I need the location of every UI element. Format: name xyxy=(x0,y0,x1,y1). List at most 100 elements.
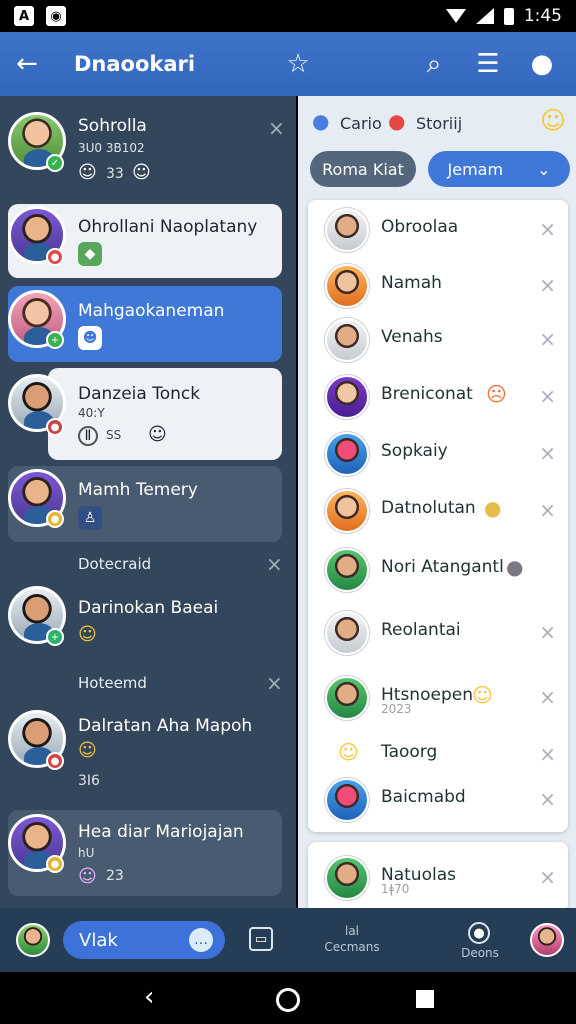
pause-icon: Ⅱ xyxy=(78,426,98,446)
contact-item[interactable]: Breniconat ☹ × xyxy=(308,367,568,422)
chat-count: SS xyxy=(106,428,122,442)
avatar xyxy=(325,611,369,655)
chat-item[interactable]: ✓ Sohrolla 3U0 3B102 ☺ 33 ☺ × xyxy=(8,112,285,188)
contacts-panel: ● Cario ● Storiij ☺ Roma Kiat Jemam ⌄ Ob… xyxy=(298,96,576,908)
contact-item[interactable]: Sopkaiy × xyxy=(308,424,568,479)
avatar xyxy=(325,489,369,533)
avatar xyxy=(325,856,369,900)
smiley-icon[interactable]: ☺ xyxy=(540,108,566,133)
user-icon[interactable]: ● xyxy=(524,46,560,82)
avatar xyxy=(325,375,369,419)
chat-count: 3I6 xyxy=(78,773,100,789)
system-navigation-bar: ‹ xyxy=(0,972,576,1024)
center-nav-label[interactable]: lal xyxy=(312,924,392,938)
app-notification-icon: A xyxy=(14,6,34,26)
star-icon[interactable]: ☆ xyxy=(280,46,316,82)
avatar xyxy=(325,318,369,362)
close-icon[interactable]: × xyxy=(268,116,285,140)
close-icon[interactable]: × xyxy=(539,327,556,351)
chat-item[interactable]: ● Mamh Temery ♙ xyxy=(8,466,282,542)
system-status: 1:45 xyxy=(445,6,562,26)
chevron-down-icon: ⌄ xyxy=(537,159,551,179)
smile-icon: ☺ xyxy=(338,740,359,764)
close-icon[interactable]: × xyxy=(539,742,556,766)
contact-item[interactable]: Reolantai × xyxy=(308,603,568,658)
chat-item[interactable]: + Darinokan Baeai ☺ xyxy=(8,586,282,662)
close-icon[interactable]: × xyxy=(266,552,283,576)
back-arrow-icon[interactable]: ← xyxy=(16,49,52,79)
avatar[interactable] xyxy=(16,923,50,957)
emoji-icon: ● xyxy=(506,555,524,579)
contact-item[interactable]: Namah × xyxy=(308,256,568,311)
contact-name: Nori Atangantl xyxy=(381,557,504,577)
section-label: Dotecraid xyxy=(78,555,152,573)
menu-icon[interactable]: ☰ xyxy=(470,46,506,82)
app-bar: ← Dnaookari ☆ ⌕ ☰ ● xyxy=(0,32,576,96)
close-icon[interactable]: × xyxy=(539,685,556,709)
message-input[interactable]: Vlak … xyxy=(63,921,225,959)
chat-bubble-icon[interactable]: … xyxy=(189,928,213,952)
contact-name: Baicmabd xyxy=(381,787,466,807)
recent-apps-icon[interactable] xyxy=(416,990,434,1008)
center-nav-sublabel: Cecmans xyxy=(324,940,380,954)
close-icon[interactable]: × xyxy=(266,671,283,695)
people-icon[interactable]: ● xyxy=(468,922,490,944)
contact-name: Venahs xyxy=(381,327,443,347)
online-badge: ✓ xyxy=(46,154,64,172)
calendar-icon[interactable]: ▭ xyxy=(249,927,273,951)
close-icon[interactable]: × xyxy=(539,217,556,241)
contact-name: Namah xyxy=(381,273,442,293)
tab-cario[interactable]: ● Cario xyxy=(312,110,392,138)
close-icon[interactable]: × xyxy=(539,273,556,297)
close-icon[interactable]: × xyxy=(539,787,556,811)
contact-item[interactable]: Natuolas 1ǂ70 × xyxy=(308,848,568,903)
battery-icon xyxy=(503,7,514,25)
chat-item-selected[interactable]: + Mahgaokaneman ☻ xyxy=(8,286,282,362)
filter-jemam[interactable]: Jemam ⌄ xyxy=(428,151,570,187)
chat-item[interactable]: Danzeia Tonck 40:Y Ⅱ SS ☺ xyxy=(48,368,282,460)
close-icon[interactable]: × xyxy=(539,384,556,408)
avatar xyxy=(325,432,369,476)
emoji-icon: ☺ xyxy=(148,424,167,445)
chat-item[interactable]: ● Dalratan Aha Mapoh ☺ 3I6 xyxy=(8,704,282,792)
contact-item[interactable]: Venahs × xyxy=(308,310,568,365)
filter-roma-kiat[interactable]: Roma Kiat xyxy=(310,151,416,187)
contact-name: Taoorg xyxy=(381,742,438,762)
chat-item[interactable]: ● Ohrollani Naoplatany ◆ xyxy=(8,204,282,278)
close-icon[interactable]: × xyxy=(539,620,556,644)
contact-item[interactable]: Datnolutan ● × xyxy=(308,481,568,536)
chat-name: Hea diar Mariojajan xyxy=(78,822,244,842)
avatar xyxy=(325,264,369,308)
smile-icon: ☺ xyxy=(78,740,97,761)
status-badge: ● xyxy=(46,248,64,266)
tab-storiij[interactable]: ● Storiij xyxy=(388,110,488,138)
close-icon[interactable]: × xyxy=(539,498,556,522)
search-icon[interactable]: ⌕ xyxy=(416,46,452,82)
avatar[interactable] xyxy=(530,923,564,957)
chat-item[interactable]: ● Hea diar Mariojajan hU ☺ 23 xyxy=(8,810,282,896)
bottom-bar: Vlak … ▭ lal Cecmans Deons ● xyxy=(0,908,576,972)
signal-icon xyxy=(475,8,494,24)
right-nav-label[interactable]: Deons xyxy=(460,946,500,960)
contact-card[interactable]: Natuolas 1ǂ70 × xyxy=(308,842,568,908)
close-icon[interactable]: × xyxy=(539,865,556,889)
camera-notification-icon: ◉ xyxy=(46,6,66,26)
contact-item[interactable]: Nori Atangantl ● xyxy=(308,540,568,595)
emoji-icon: ☺ xyxy=(78,866,97,887)
chat-name: Mamh Temery xyxy=(78,480,198,500)
home-icon[interactable] xyxy=(276,988,300,1012)
contact-item[interactable]: Htsnoepen 2023 ☺ × xyxy=(308,668,568,723)
contact-item[interactable]: Baicmabd × xyxy=(308,770,568,825)
contact-item[interactable]: Obroolaa × xyxy=(308,200,568,255)
chat-meta: 3U0 3B102 xyxy=(78,141,145,155)
notification-icons: A ◉ xyxy=(14,6,66,26)
contact-name: Breniconat xyxy=(381,384,473,404)
close-icon[interactable]: × xyxy=(539,441,556,465)
face-icon: ☺ xyxy=(78,162,97,183)
chat-list-panel: ✓ Sohrolla 3U0 3B102 ☺ 33 ☺ × ● Ohrollan… xyxy=(0,96,296,908)
chat-name: Dalratan Aha Mapoh xyxy=(78,716,253,736)
back-icon[interactable]: ‹ xyxy=(144,982,154,1012)
online-badge: + xyxy=(46,331,64,349)
message-placeholder: Vlak xyxy=(79,929,118,951)
contacts-list: Obroolaa × Namah × Venahs × Breniconat ☹… xyxy=(308,200,568,832)
